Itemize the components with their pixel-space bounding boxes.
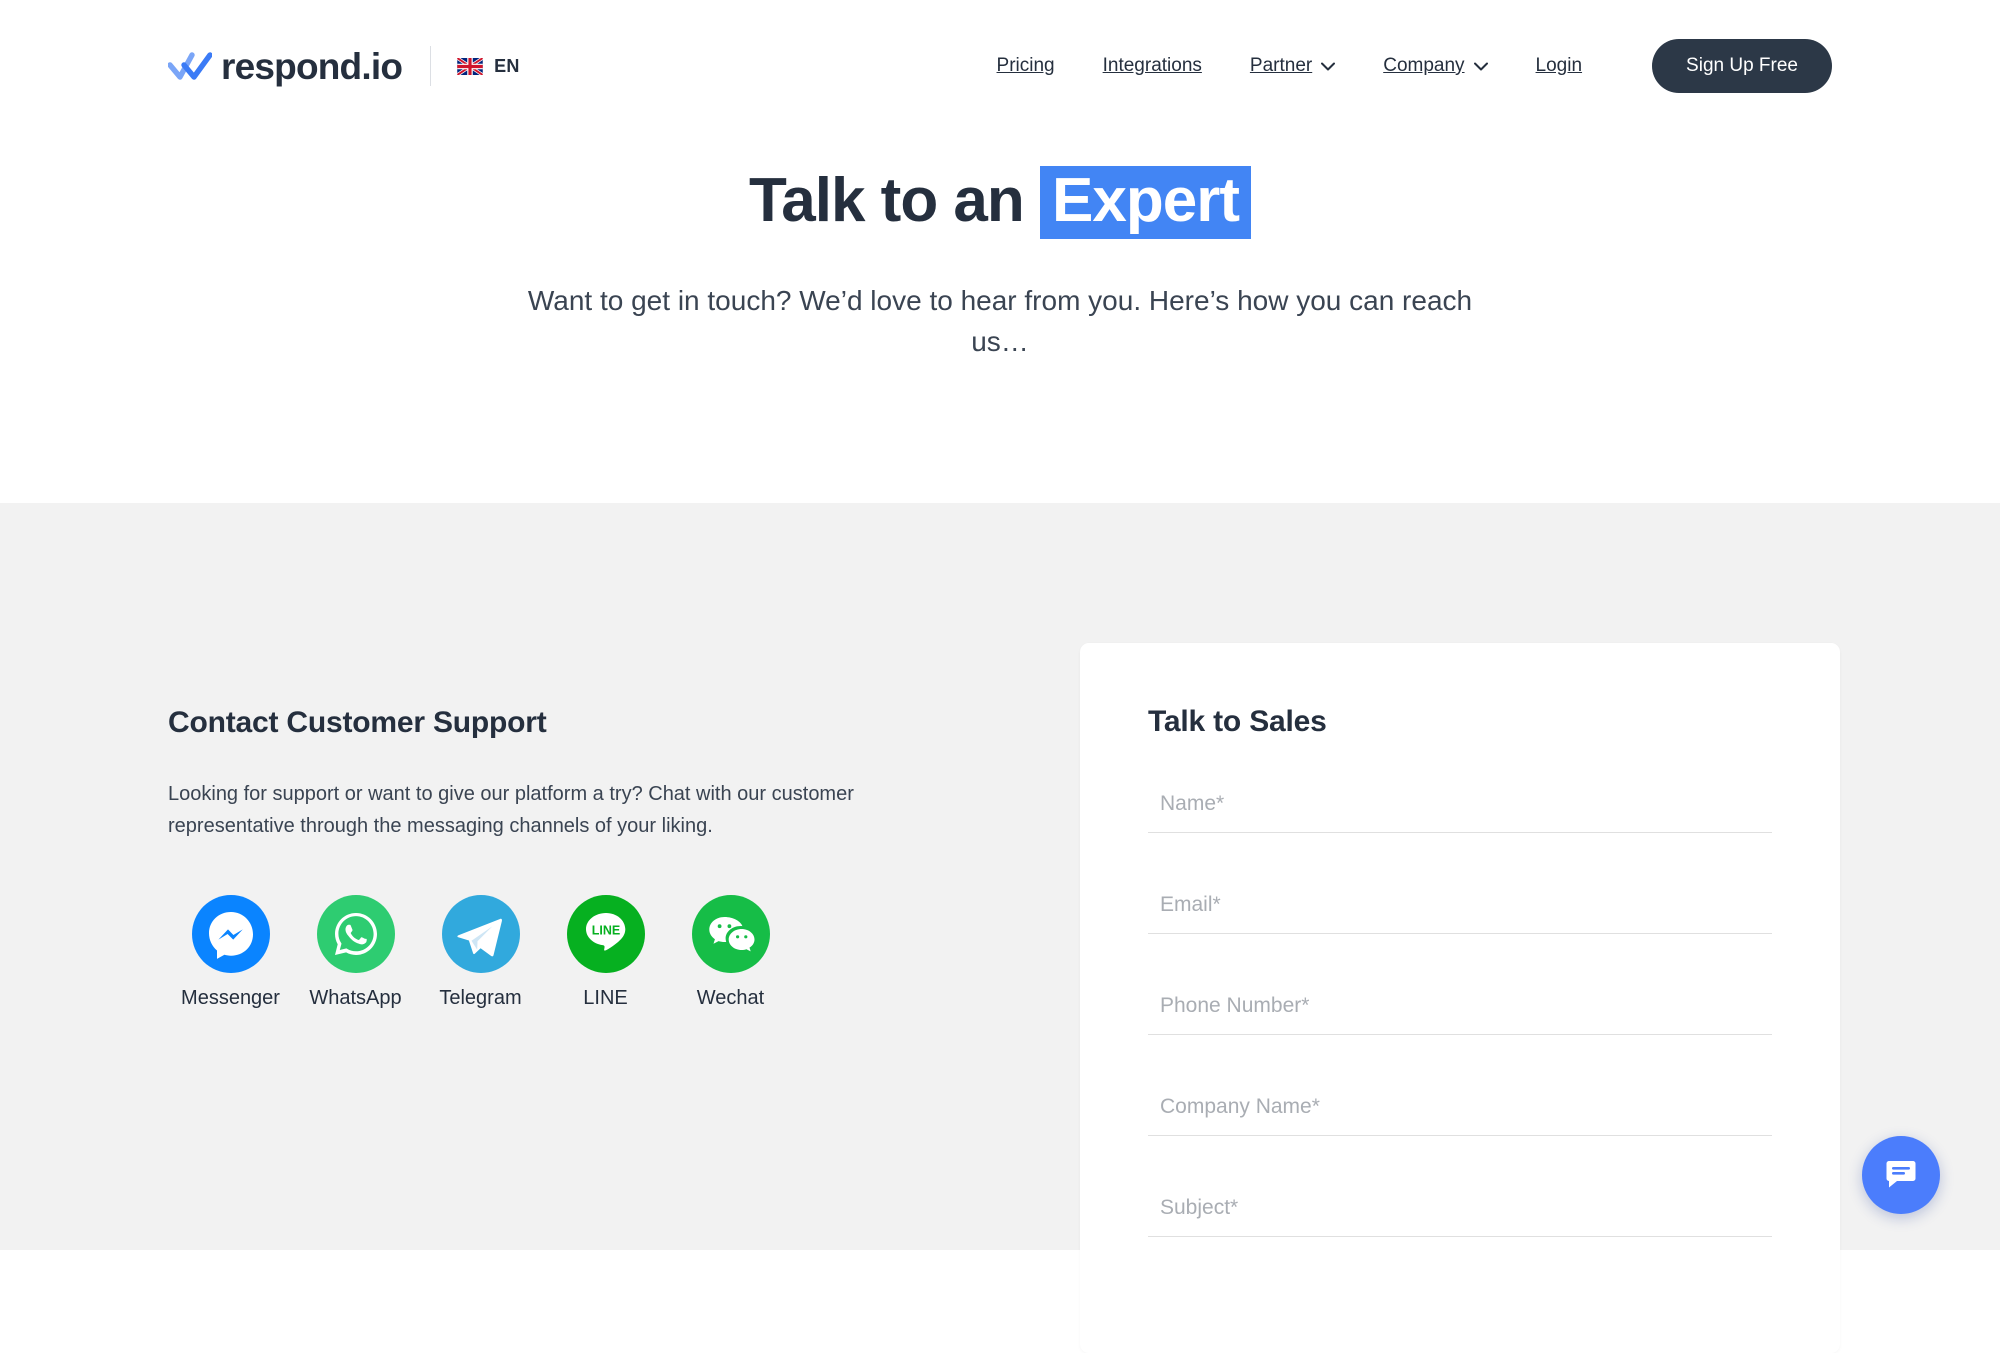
channel-messenger[interactable]: Messenger xyxy=(168,895,293,1010)
sign-up-free-button[interactable]: Sign Up Free xyxy=(1652,39,1832,93)
talk-to-sales-card: Talk to Sales xyxy=(1080,643,1840,1353)
channel-line[interactable]: LINE LINE xyxy=(543,895,668,1010)
nav-label: Login xyxy=(1536,55,1583,77)
svg-text:LINE: LINE xyxy=(591,923,619,937)
chevron-down-icon xyxy=(1474,55,1488,77)
channel-list: Messenger WhatsApp xyxy=(168,895,1068,1010)
header-divider xyxy=(430,46,431,86)
company-name-field[interactable] xyxy=(1148,1084,1772,1136)
channel-label: WhatsApp xyxy=(293,987,418,1010)
channel-telegram[interactable]: Telegram xyxy=(418,895,543,1010)
channel-label: LINE xyxy=(543,987,668,1010)
hero-subtitle: Want to get in touch? We’d love to hear … xyxy=(520,281,1480,362)
logo-text: respond.io xyxy=(221,48,402,85)
channel-label: Messenger xyxy=(168,987,293,1010)
page-title: Talk to an Expert xyxy=(0,165,2000,239)
support-heading: Contact Customer Support xyxy=(168,706,1068,740)
nav-item-company[interactable]: Company xyxy=(1383,55,1487,77)
page-title-plain: Talk to an xyxy=(749,166,1024,235)
nav-item-pricing[interactable]: Pricing xyxy=(997,55,1055,77)
line-icon: LINE xyxy=(543,895,668,973)
brand: respond.io EN xyxy=(168,46,520,86)
channel-whatsapp[interactable]: WhatsApp xyxy=(293,895,418,1010)
channel-label: Wechat xyxy=(668,987,793,1010)
hero-section: Talk to an Expert Want to get in touch? … xyxy=(0,132,2000,503)
support-description: Looking for support or want to give our … xyxy=(168,778,888,843)
site-header: respond.io EN Pricing Integrations xyxy=(0,0,2000,132)
subject-field[interactable] xyxy=(1148,1185,1772,1237)
email-field[interactable] xyxy=(1148,882,1772,934)
whatsapp-icon xyxy=(293,895,418,973)
nav-item-partner[interactable]: Partner xyxy=(1250,55,1335,77)
nav-label: Integrations xyxy=(1103,55,1202,77)
chat-bubble-icon xyxy=(1883,1156,1919,1195)
nav-item-login[interactable]: Login xyxy=(1536,55,1583,77)
phone-field[interactable] xyxy=(1148,983,1772,1035)
logo-link[interactable]: respond.io xyxy=(168,48,402,85)
contact-section: Contact Customer Support Looking for sup… xyxy=(0,503,2000,1250)
language-selector[interactable]: EN xyxy=(457,56,520,77)
uk-flag-icon xyxy=(457,58,483,75)
nav-label: Partner xyxy=(1250,55,1312,77)
page-title-highlight: Expert xyxy=(1040,166,1251,239)
nav-label: Company xyxy=(1383,55,1464,77)
sales-form xyxy=(1148,781,1772,1237)
nav-label: Pricing xyxy=(997,55,1055,77)
double-check-icon xyxy=(168,49,221,83)
name-field[interactable] xyxy=(1148,781,1772,833)
messenger-icon xyxy=(168,895,293,973)
channel-wechat[interactable]: Wechat xyxy=(668,895,793,1010)
language-code: EN xyxy=(494,56,520,77)
chat-widget-button[interactable] xyxy=(1862,1136,1940,1214)
channel-label: Telegram xyxy=(418,987,543,1010)
chevron-down-icon xyxy=(1321,55,1335,77)
main-nav: Pricing Integrations Partner Company Log… xyxy=(997,39,1832,93)
telegram-icon xyxy=(418,895,543,973)
customer-support-column: Contact Customer Support Looking for sup… xyxy=(168,503,1068,1250)
form-heading: Talk to Sales xyxy=(1148,705,1772,739)
nav-item-integrations[interactable]: Integrations xyxy=(1103,55,1202,77)
wechat-icon xyxy=(668,895,793,973)
